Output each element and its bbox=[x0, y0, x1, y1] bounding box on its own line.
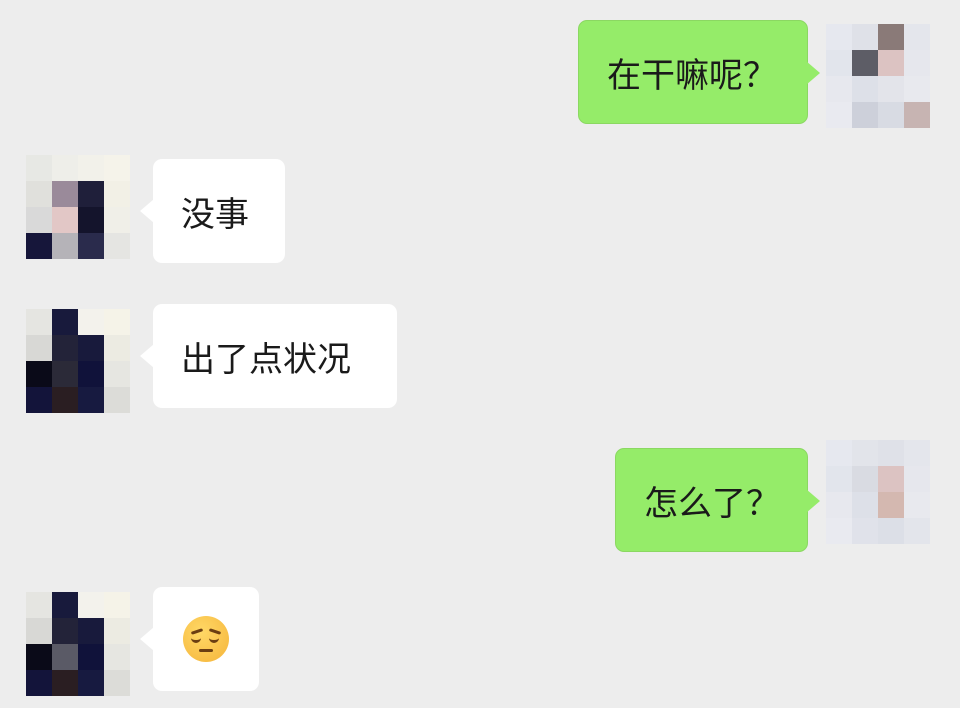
message-bubble-received[interactable] bbox=[140, 587, 259, 691]
pensive-face-emoji bbox=[183, 616, 229, 662]
message-bubble-sent[interactable]: 怎么了？ bbox=[615, 448, 820, 552]
message-bubble-received[interactable]: 没事 bbox=[140, 159, 285, 263]
message-text: 怎么了？ bbox=[644, 483, 780, 524]
contact-avatar[interactable] bbox=[26, 155, 130, 259]
contact-avatar[interactable] bbox=[26, 592, 130, 696]
contact-avatar[interactable] bbox=[26, 309, 130, 413]
message-text: 出了点状况 bbox=[181, 339, 351, 380]
message-bubble-received[interactable]: 出了点状况 bbox=[140, 304, 397, 408]
message-bubble-sent[interactable]: 在干嘛呢？ bbox=[578, 20, 820, 124]
message-text: 在干嘛呢？ bbox=[607, 55, 777, 96]
self-avatar[interactable] bbox=[826, 440, 930, 544]
message-text: 没事 bbox=[181, 194, 249, 235]
self-avatar[interactable] bbox=[826, 24, 930, 128]
